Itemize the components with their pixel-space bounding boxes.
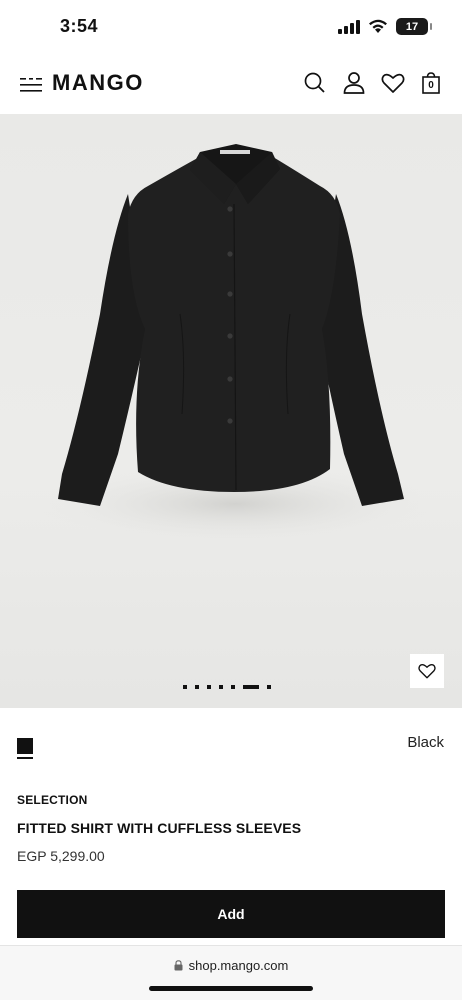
color-swatch-black[interactable]	[17, 738, 33, 754]
gallery-dot[interactable]	[267, 685, 271, 689]
lock-icon	[174, 960, 183, 971]
add-to-bag-button[interactable]: Add	[17, 890, 445, 938]
shirt-image	[35, 144, 435, 544]
status-icons: 17	[338, 18, 432, 35]
gallery-dot[interactable]	[183, 685, 187, 689]
brand-logo[interactable]: MANGO	[52, 70, 144, 96]
heart-icon	[418, 664, 436, 679]
status-bar: 3:54 17	[0, 0, 462, 56]
bag-count: 0	[428, 80, 434, 91]
heart-icon[interactable]	[380, 70, 406, 96]
menu-icon[interactable]	[20, 77, 42, 93]
gallery-pagination[interactable]	[183, 685, 271, 689]
gallery-dot-active[interactable]	[243, 685, 259, 689]
color-name: Black	[407, 734, 444, 751]
signal-icon	[338, 19, 360, 34]
site-header: MANGO 0	[0, 56, 462, 114]
collection-label: SELECTION	[17, 793, 88, 807]
gallery-dot[interactable]	[207, 685, 211, 689]
wifi-icon	[369, 19, 387, 33]
battery-level: 17	[405, 20, 419, 33]
product-title: FITTED SHIRT WITH CUFFLESS SLEEVES	[17, 820, 302, 836]
product-price: EGP 5,299.00	[17, 848, 105, 864]
status-time: 3:54	[60, 16, 99, 36]
add-to-wishlist-button[interactable]	[410, 654, 444, 688]
bag-button[interactable]: 0	[422, 72, 440, 96]
gallery-dot[interactable]	[195, 685, 199, 689]
gallery-dot[interactable]	[231, 685, 235, 689]
product-image[interactable]	[0, 114, 462, 708]
browser-address-bar[interactable]: shop.mango.com	[0, 945, 462, 1000]
url-display[interactable]: shop.mango.com	[0, 958, 462, 973]
search-icon[interactable]	[302, 70, 328, 96]
gallery-dot[interactable]	[219, 685, 223, 689]
user-icon[interactable]	[341, 70, 367, 96]
url-text: shop.mango.com	[188, 958, 289, 973]
selected-swatch-indicator	[17, 757, 33, 759]
battery-icon: 17	[396, 18, 432, 35]
home-indicator[interactable]	[149, 986, 313, 991]
